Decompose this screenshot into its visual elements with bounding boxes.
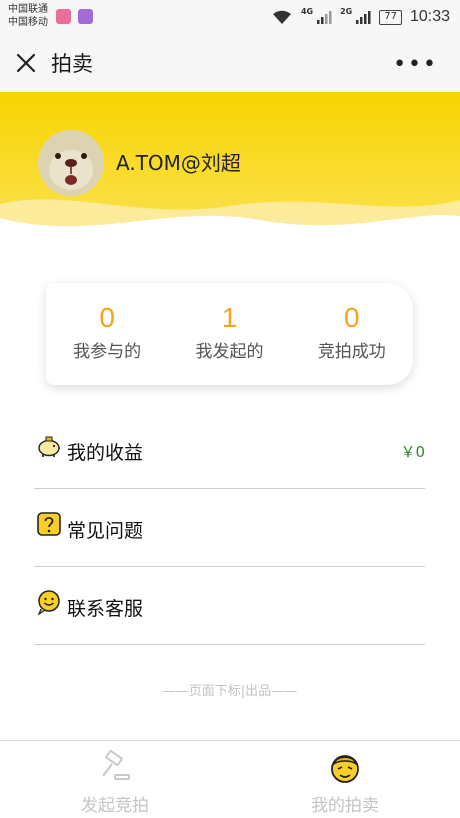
stat-won[interactable]: 0 竞拍成功 [291,283,413,385]
network-type-1: 4G [300,6,314,16]
stat-value: 0 [344,302,360,333]
more-options-icon[interactable]: ••• [393,52,438,77]
stat-label: 我发起的 [195,342,264,362]
tab-my-auction[interactable]: 我的拍卖 [230,741,460,818]
page-title: 拍卖 [51,52,93,76]
signal-icon-2 [356,11,371,24]
stat-value: 1 [221,302,238,333]
clock: 10:33 [409,8,450,25]
avatar[interactable] [38,130,104,196]
menu-label: 我的收益 [67,442,144,464]
nav-label: 我的拍卖 [311,796,379,816]
face-icon [331,755,359,783]
piggy-bank-icon [38,436,60,457]
menu-item-earnings[interactable]: 我的收益 ￥0 [34,411,425,489]
stat-label: 竞拍成功 [317,342,386,362]
earnings-amount: ￥0 [400,443,425,461]
menu-item-faq[interactable]: 常见问题 [34,489,425,567]
tab-start-auction[interactable]: 发起竞拍 [0,741,230,818]
wifi-icon [272,10,291,24]
carrier-1: 中国联通 [8,4,48,15]
title-bar: 拍卖 ••• [0,34,460,92]
avatar-image [38,130,104,196]
question-icon [37,512,61,536]
close-icon[interactable] [14,51,38,75]
menu-label: 常见问题 [67,520,144,542]
menu-item-customer-service[interactable]: 联系客服 [34,567,425,645]
stat-participated[interactable]: 0 我参与的 [46,283,168,385]
carrier-2: 中国移动 [8,17,48,28]
bottom-nav: 发起竞拍 我的拍卖 [0,740,460,818]
stat-label: 我参与的 [73,342,142,362]
notification-app-icon-2 [78,9,93,24]
stat-initiated[interactable]: 1 我发起的 [168,283,290,385]
nav-label: 发起竞拍 [81,796,149,816]
status-bar: 中国联通 中国移动 4G 2G 77 10:33 [0,0,460,34]
username: A.TOM@刘超 [116,151,241,175]
carrier-info: 中国联通 中国移动 [8,3,48,29]
notification-app-icon [56,9,71,24]
menu-label: 联系客服 [67,598,144,620]
stats-card: 0 我参与的 1 我发起的 0 竞拍成功 [46,283,413,385]
network-type-2: 2G [340,6,353,16]
battery-icon: 77 [379,9,402,25]
profile-header: A.TOM@刘超 [0,92,460,252]
stat-value: 0 [99,302,115,333]
gavel-icon [102,750,130,780]
signal-icon [317,11,332,24]
smiley-chat-icon [37,590,60,615]
footer-note: ——页面下标|出品—— [162,684,298,699]
status-indicators: 4G 2G 77 10:33 [271,6,450,28]
